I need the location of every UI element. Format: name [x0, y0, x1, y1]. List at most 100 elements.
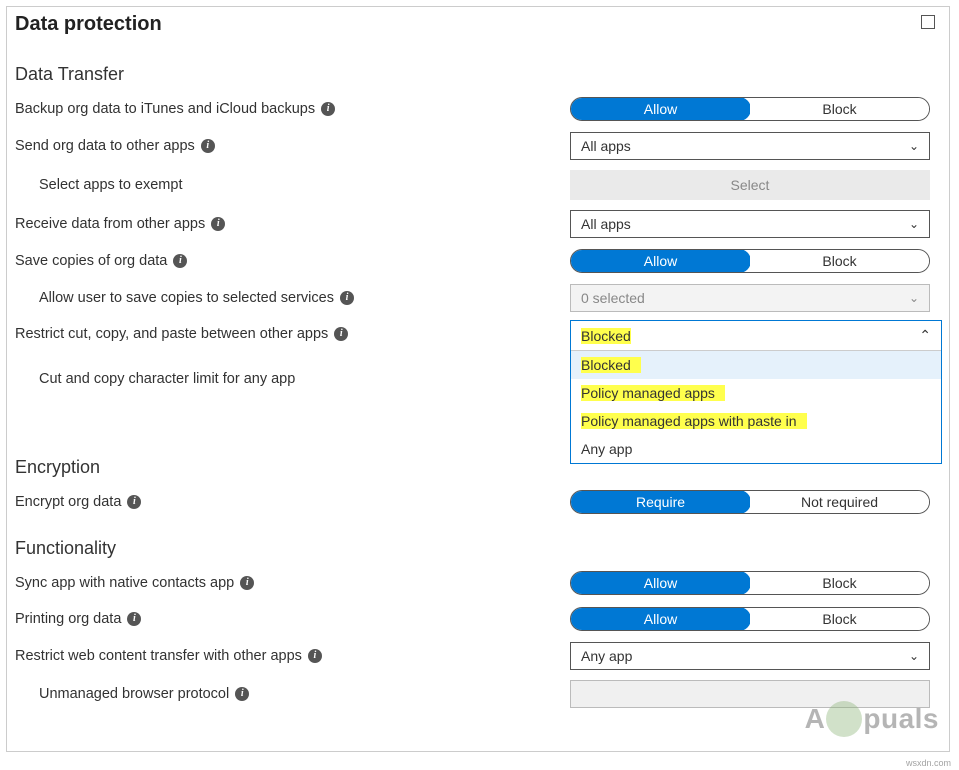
info-icon[interactable]: i: [201, 139, 215, 153]
label-save-text: Save copies of org data: [15, 253, 167, 269]
info-icon[interactable]: i: [240, 576, 254, 590]
data-protection-panel: Data protection Data Transfer Backup org…: [6, 6, 950, 752]
toggle-encrypt[interactable]: Require Not required: [570, 490, 930, 514]
label-sync: Sync app with native contacts app i: [15, 575, 570, 591]
label-backup: Backup org data to iTunes and iCloud bac…: [15, 101, 570, 117]
dropdown-restrict-selected[interactable]: Blocked ⌃: [571, 321, 941, 351]
toggle-backup-allow[interactable]: Allow: [570, 97, 751, 121]
label-restrict-text: Restrict cut, copy, and paste between ot…: [15, 326, 328, 342]
dropdown-restrict-option-any[interactable]: Any app: [571, 435, 941, 463]
chevron-down-icon: ⌄: [909, 139, 919, 153]
dropdown-restrict-list: Blocked Policy managed apps Policy manag…: [571, 351, 941, 463]
toggle-print[interactable]: Allow Block: [570, 607, 930, 631]
option-text: Policy managed apps with paste in: [581, 413, 807, 429]
dropdown-send[interactable]: All apps ⌄: [570, 132, 930, 160]
section-title-data-transfer: Data Transfer: [15, 64, 941, 85]
row-receive: Receive data from other apps i All apps …: [15, 205, 941, 243]
toggle-save[interactable]: Allow Block: [570, 249, 930, 273]
row-send: Send org data to other apps i All apps ⌄: [15, 127, 941, 165]
option-text: Policy managed apps: [581, 385, 725, 401]
info-icon[interactable]: i: [334, 327, 348, 341]
row-exempt: Select apps to exempt Select: [15, 165, 941, 205]
label-exempt-text: Select apps to exempt: [39, 177, 182, 193]
label-unmanaged: Unmanaged browser protocol i: [15, 686, 570, 702]
toggle-encrypt-notreq[interactable]: Not required: [750, 491, 929, 513]
row-backup: Backup org data to iTunes and iCloud bac…: [15, 91, 941, 127]
chevron-down-icon: ⌄: [909, 291, 919, 305]
info-icon[interactable]: i: [321, 102, 335, 116]
label-save: Save copies of org data i: [15, 253, 570, 269]
dropdown-restrict-selected-text: Blocked: [581, 328, 631, 344]
unmanaged-protocol-input[interactable]: [570, 680, 930, 708]
info-icon[interactable]: i: [340, 291, 354, 305]
chevron-down-icon: ⌄: [909, 649, 919, 663]
info-icon[interactable]: i: [127, 495, 141, 509]
chevron-down-icon: ⌄: [909, 217, 919, 231]
label-sync-text: Sync app with native contacts app: [15, 575, 234, 591]
source-url: wsxdn.com: [906, 758, 951, 768]
dropdown-restrict-open[interactable]: Blocked ⌃ Blocked Policy managed apps Po…: [570, 320, 942, 464]
dropdown-webrestrict[interactable]: Any app ⌄: [570, 642, 930, 670]
label-webrestrict-text: Restrict web content transfer with other…: [15, 648, 302, 664]
label-allow-save-text: Allow user to save copies to selected se…: [39, 290, 334, 306]
label-send: Send org data to other apps i: [15, 138, 570, 154]
dropdown-restrict-option-policy-paste[interactable]: Policy managed apps with paste in: [571, 407, 941, 435]
chevron-up-icon: ⌃: [919, 327, 931, 344]
dropdown-receive[interactable]: All apps ⌄: [570, 210, 930, 238]
section-functionality: Functionality Sync app with native conta…: [15, 538, 941, 713]
toggle-backup[interactable]: Allow Block: [570, 97, 930, 121]
row-unmanaged: Unmanaged browser protocol i: [15, 675, 941, 713]
panel-header: Data protection: [15, 11, 941, 46]
row-webrestrict: Restrict web content transfer with other…: [15, 637, 941, 675]
label-charlimit: Cut and copy character limit for any app: [15, 371, 570, 387]
section-title-functionality: Functionality: [15, 538, 941, 559]
row-sync: Sync app with native contacts app i Allo…: [15, 565, 941, 601]
label-allow-save: Allow user to save copies to selected se…: [15, 290, 570, 306]
label-charlimit-text: Cut and copy character limit for any app: [39, 371, 295, 387]
dropdown-receive-value: All apps: [581, 216, 631, 232]
label-exempt: Select apps to exempt: [15, 177, 570, 193]
label-print: Printing org data i: [15, 611, 570, 627]
info-icon[interactable]: i: [173, 254, 187, 268]
close-icon[interactable]: [921, 15, 935, 29]
toggle-sync-allow[interactable]: Allow: [570, 571, 751, 595]
dropdown-allow-save[interactable]: 0 selected ⌄: [570, 284, 930, 312]
dropdown-allow-save-value: 0 selected: [581, 290, 645, 306]
label-receive: Receive data from other apps i: [15, 216, 570, 232]
dropdown-webrestrict-value: Any app: [581, 648, 632, 664]
toggle-print-allow[interactable]: Allow: [570, 607, 751, 631]
label-receive-text: Receive data from other apps: [15, 216, 205, 232]
dropdown-restrict-option-policy[interactable]: Policy managed apps: [571, 379, 941, 407]
row-encrypt: Encrypt org data i Require Not required: [15, 484, 941, 520]
toggle-print-block[interactable]: Block: [750, 608, 929, 630]
info-icon[interactable]: i: [308, 649, 322, 663]
toggle-save-block[interactable]: Block: [750, 250, 929, 272]
label-encrypt-text: Encrypt org data: [15, 494, 121, 510]
section-data-transfer: Data Transfer Backup org data to iTunes …: [15, 64, 941, 397]
label-print-text: Printing org data: [15, 611, 121, 627]
option-text: Blocked: [581, 357, 641, 373]
toggle-backup-block[interactable]: Block: [750, 98, 929, 120]
panel-title: Data protection: [15, 13, 162, 36]
toggle-sync[interactable]: Allow Block: [570, 571, 930, 595]
label-send-text: Send org data to other apps: [15, 138, 195, 154]
label-restrict: Restrict cut, copy, and paste between ot…: [15, 322, 570, 342]
info-icon[interactable]: i: [127, 612, 141, 626]
dropdown-restrict-option-blocked[interactable]: Blocked: [571, 351, 941, 379]
info-icon[interactable]: i: [235, 687, 249, 701]
label-webrestrict: Restrict web content transfer with other…: [15, 648, 570, 664]
toggle-sync-block[interactable]: Block: [750, 572, 929, 594]
label-unmanaged-text: Unmanaged browser protocol: [39, 686, 229, 702]
label-backup-text: Backup org data to iTunes and iCloud bac…: [15, 101, 315, 117]
label-encrypt: Encrypt org data i: [15, 494, 570, 510]
toggle-encrypt-require[interactable]: Require: [570, 490, 751, 514]
info-icon[interactable]: i: [211, 217, 225, 231]
dropdown-send-value: All apps: [581, 138, 631, 154]
option-text: Any app: [581, 441, 632, 457]
select-exempt-button[interactable]: Select: [570, 170, 930, 200]
section-encryption: Encryption Encrypt org data i Require No…: [15, 457, 941, 520]
row-print: Printing org data i Allow Block: [15, 601, 941, 637]
row-allow-save-services: Allow user to save copies to selected se…: [15, 279, 941, 317]
row-save: Save copies of org data i Allow Block: [15, 243, 941, 279]
toggle-save-allow[interactable]: Allow: [570, 249, 751, 273]
